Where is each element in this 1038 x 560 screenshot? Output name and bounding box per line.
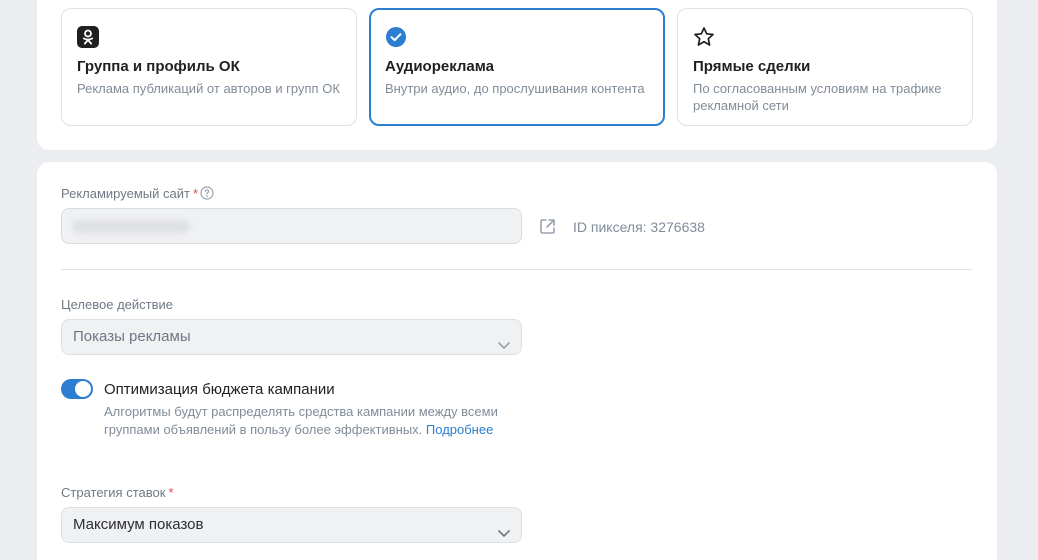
learn-more-link[interactable]: Подробнее [426, 422, 493, 437]
format-card-title: Прямые сделки [693, 58, 811, 75]
help-icon[interactable] [200, 186, 214, 200]
target-action-select[interactable]: Показы рекламы [61, 319, 522, 355]
required-mark: * [192, 186, 199, 201]
check-circle-icon [385, 26, 407, 48]
target-action-value: Показы рекламы [73, 328, 191, 345]
toggle-knob [75, 381, 91, 397]
budget-optimization-toggle[interactable] [61, 379, 93, 399]
bid-strategy-label: Стратегия ставок * [61, 485, 174, 500]
format-card-title: Группа и профиль ОК [77, 58, 240, 75]
external-link-icon[interactable] [538, 217, 557, 236]
chevron-down-icon [497, 331, 511, 349]
format-card-audio-ads[interactable]: Аудиореклама Внутри аудио, до прослушива… [369, 8, 665, 126]
divider [61, 269, 972, 270]
pixel-id: ID пикселя: 3276638 [573, 219, 705, 235]
format-card-ok-group[interactable]: Группа и профиль ОК Реклама публикаций о… [61, 8, 357, 126]
site-value-redacted [72, 220, 190, 233]
target-action-label: Целевое действие [61, 297, 173, 312]
budget-optimization-title: Оптимизация бюджета кампании [104, 381, 335, 398]
required-mark: * [168, 485, 174, 500]
ok-logo-icon [77, 26, 99, 48]
bid-strategy-select[interactable]: Максимум показов [61, 507, 522, 543]
site-input[interactable] [61, 208, 522, 244]
format-card-title: Аудиореклама [385, 58, 495, 75]
format-card-description: По согласованным условиям на трафике рек… [693, 81, 942, 113]
format-card-description: Внутри аудио, до прослушивания контента [385, 81, 645, 96]
bid-strategy-value: Максимум показов [73, 516, 204, 533]
site-label-text: Рекламируемый сайт [61, 186, 190, 201]
format-panel: Группа и профиль ОК Реклама публикаций о… [37, 0, 997, 150]
budget-optimization-description: Алгоритмы будут распределять средства ка… [104, 403, 504, 439]
bid-strategy-label-text: Стратегия ставок [61, 485, 166, 500]
site-label: Рекламируемый сайт * [61, 186, 198, 201]
chevron-down-icon [497, 519, 511, 537]
format-card-description: Реклама публикаций от авторов и групп ОК [77, 81, 340, 96]
format-card-direct-deals[interactable]: Прямые сделки По согласованным условиям … [677, 8, 973, 126]
star-icon [693, 26, 715, 48]
